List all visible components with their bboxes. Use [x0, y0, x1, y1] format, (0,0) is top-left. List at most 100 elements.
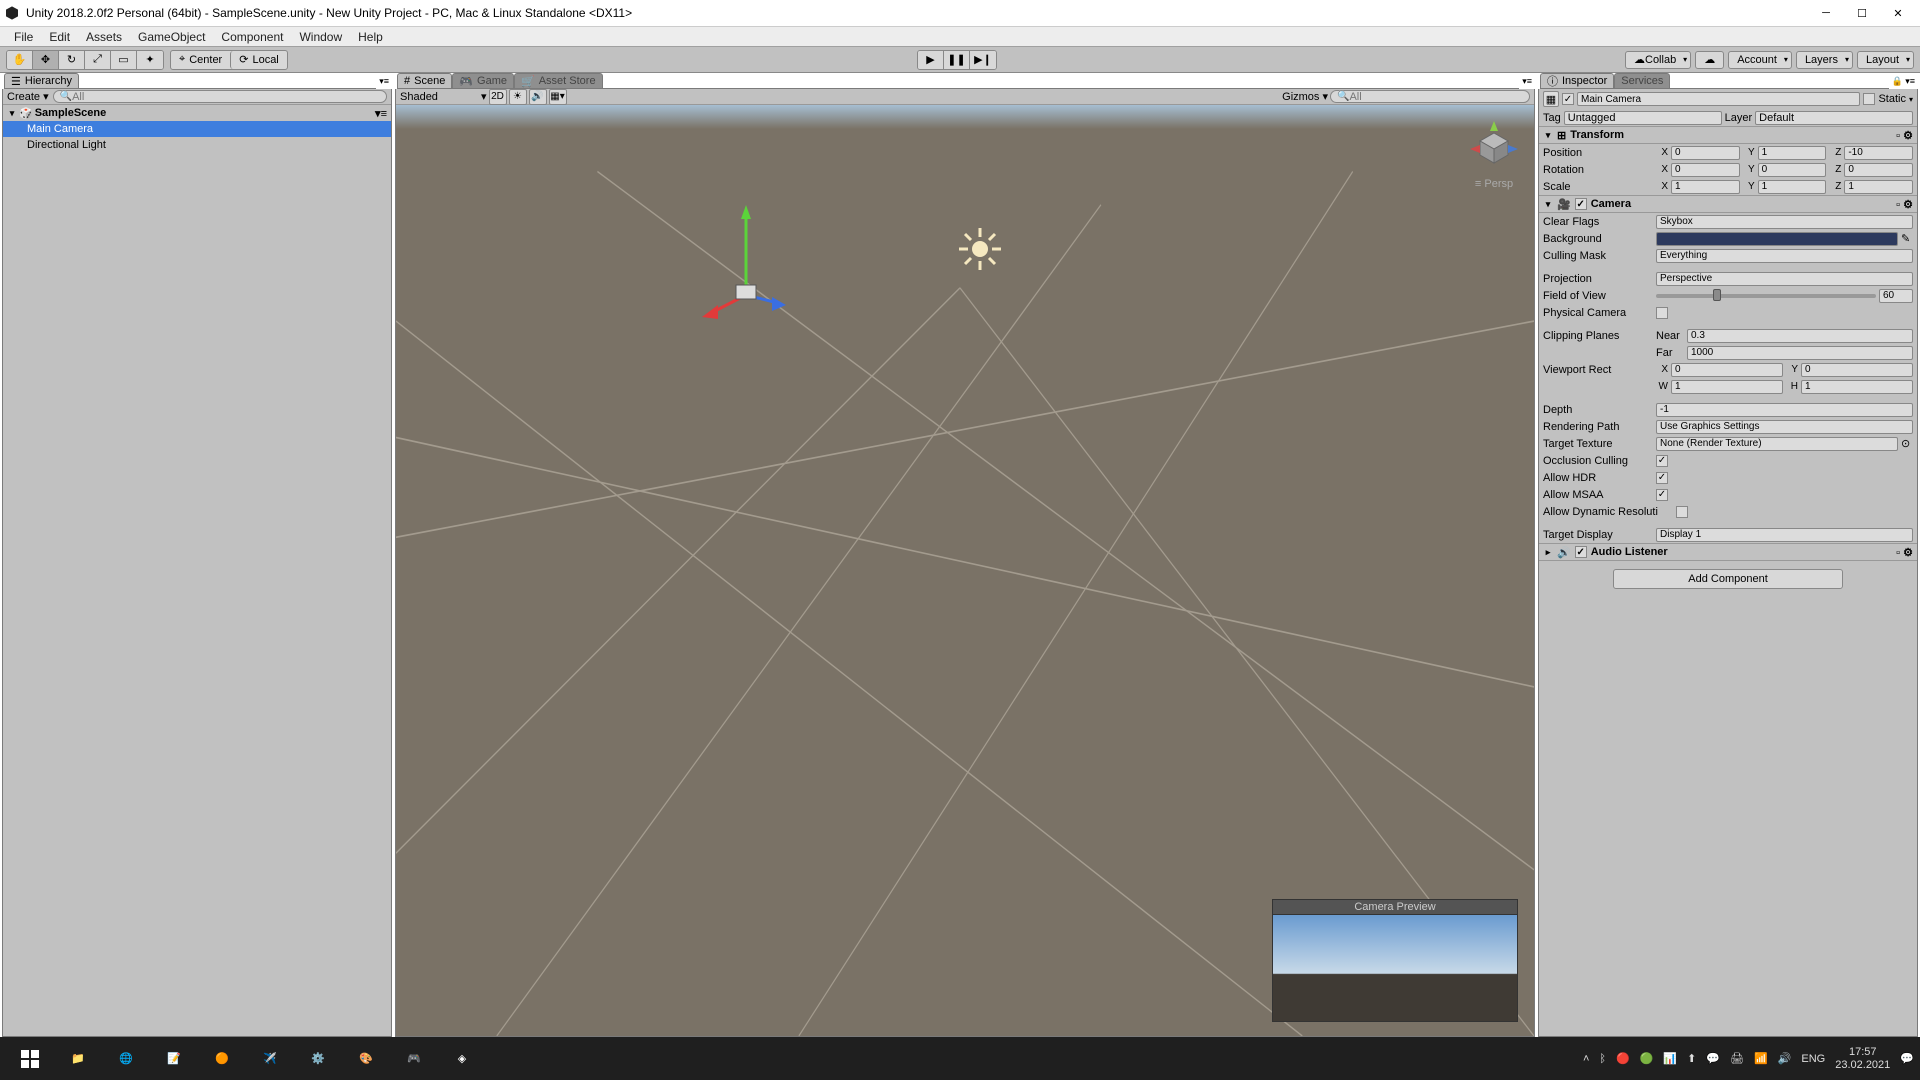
audio-listener-header[interactable]: ▸🔊 Audio Listener▫ ⚙ — [1539, 543, 1917, 561]
hierarchy-item-camera[interactable]: Main Camera — [3, 121, 391, 137]
move-tool[interactable]: ✥ — [33, 51, 59, 69]
static-toggle[interactable] — [1863, 93, 1875, 105]
play-controls: ▶ ❚❚ ▶❙ — [917, 50, 997, 70]
hierarchy-search[interactable]: 🔍All — [53, 90, 387, 103]
msaa-toggle[interactable] — [1656, 489, 1668, 501]
camera-header[interactable]: ▾🎥 Camera▫ ⚙ — [1539, 195, 1917, 213]
collab-dropdown[interactable]: ☁ Collab — [1625, 51, 1691, 69]
menu-file[interactable]: File — [6, 30, 41, 44]
projection-dropdown[interactable]: Perspective — [1656, 272, 1913, 286]
unity-logo-icon — [4, 5, 20, 21]
scene-root[interactable]: ▾🎲 SampleScene▾≡ — [3, 105, 391, 121]
target-texture-field[interactable]: None (Render Texture) — [1656, 437, 1898, 451]
fov-slider[interactable] — [1656, 294, 1876, 298]
scene-panel: # Scene 🎮 Game 🛒 Asset Store ▾≡ Shaded ▾… — [395, 73, 1535, 1037]
occlusion-toggle[interactable] — [1656, 455, 1668, 467]
scene-viewport[interactable]: ≡ Persp Camera Preview — [396, 105, 1534, 1036]
inspector-tab[interactable]: ⓘ Inspector — [1540, 73, 1614, 89]
notes-icon[interactable]: 📝 — [150, 1039, 198, 1079]
transform-header[interactable]: ▾⊞ Transform▫ ⚙ — [1539, 126, 1917, 144]
game-tab[interactable]: 🎮 Game — [452, 73, 514, 89]
rotate-tool[interactable]: ↻ — [59, 51, 85, 69]
rendering-path-dropdown[interactable]: Use Graphics Settings — [1656, 420, 1913, 434]
telegram-icon[interactable]: ✈️ — [246, 1039, 294, 1079]
add-component-button[interactable]: Add Component — [1613, 569, 1843, 589]
clock[interactable]: 17:5723.02.2021 — [1835, 1046, 1890, 1072]
scale-tool[interactable]: ⤢ — [85, 51, 111, 69]
step-button[interactable]: ▶❙ — [970, 51, 996, 69]
background-color[interactable] — [1656, 232, 1898, 246]
epic-icon[interactable]: 🎮 — [390, 1039, 438, 1079]
menu-edit[interactable]: Edit — [41, 30, 78, 44]
tray-icon[interactable]: 🔴 — [1616, 1052, 1630, 1065]
tray-icon[interactable]: 📊 — [1663, 1052, 1677, 1065]
hierarchy-item-light[interactable]: Directional Light — [3, 137, 391, 153]
pause-button[interactable]: ❚❚ — [944, 51, 970, 69]
layers-dropdown[interactable]: Layers — [1796, 51, 1853, 69]
settings-icon[interactable]: ⚙️ — [294, 1039, 342, 1079]
light-icon — [956, 225, 1004, 273]
minimize-button[interactable]: ─ — [1808, 2, 1844, 24]
hand-tool[interactable]: ✋ — [7, 51, 33, 69]
services-tab[interactable]: Services — [1614, 73, 1670, 89]
transform-tools: ✋ ✥ ↻ ⤢ ▭ ✦ — [6, 50, 164, 70]
bluetooth-icon[interactable]: ᛒ — [1599, 1053, 1606, 1065]
audio-toggle[interactable]: 🔊 — [529, 89, 547, 105]
target-display-dropdown[interactable]: Display 1 — [1656, 528, 1913, 542]
dynres-toggle[interactable] — [1676, 506, 1688, 518]
start-button[interactable] — [6, 1039, 54, 1079]
layout-dropdown[interactable]: Layout — [1857, 51, 1914, 69]
pivot-button[interactable]: ⌖ Center — [171, 51, 230, 69]
asset-store-tab[interactable]: 🛒 Asset Store — [514, 73, 603, 89]
account-dropdown[interactable]: Account — [1728, 51, 1792, 69]
gameobject-active-toggle[interactable] — [1562, 93, 1574, 105]
hierarchy-create[interactable]: Create ▾ — [7, 90, 49, 103]
unity-taskbar-icon[interactable]: ◈ — [438, 1039, 486, 1079]
tray-icon[interactable]: 💬 — [1706, 1052, 1720, 1065]
move-gizmo[interactable] — [696, 195, 796, 345]
paint-icon[interactable]: 🎨 — [342, 1039, 390, 1079]
cloud-button[interactable]: ☁ — [1695, 51, 1724, 69]
shading-dropdown[interactable]: Shaded ▾ — [400, 90, 487, 103]
menu-window[interactable]: Window — [291, 30, 350, 44]
hdr-toggle[interactable] — [1656, 472, 1668, 484]
tray-icon[interactable]: ⬆ — [1687, 1052, 1696, 1065]
wifi-icon[interactable]: 📶 — [1754, 1052, 1768, 1065]
language-indicator[interactable]: ENG — [1801, 1053, 1825, 1065]
tag-dropdown[interactable]: Untagged — [1564, 111, 1722, 125]
camera-preview: Camera Preview — [1272, 899, 1518, 1022]
menu-help[interactable]: Help — [350, 30, 391, 44]
physical-camera-toggle[interactable] — [1656, 307, 1668, 319]
fx-toggle[interactable]: ▦▾ — [549, 89, 567, 105]
tray-overflow[interactable]: ˄ — [1583, 1053, 1589, 1065]
gameobject-name-field[interactable]: Main Camera — [1577, 92, 1860, 106]
chrome-icon[interactable]: 🌐 — [102, 1039, 150, 1079]
play-button[interactable]: ▶ — [918, 51, 944, 69]
gizmos-dropdown[interactable]: Gizmos ▾ — [1282, 90, 1328, 103]
tray-icon[interactable]: 🟢 — [1640, 1052, 1654, 1065]
clear-flags-dropdown[interactable]: Skybox — [1656, 215, 1913, 229]
handle-button[interactable]: ⟳ Local — [230, 51, 287, 69]
menu-gameobject[interactable]: GameObject — [130, 30, 213, 44]
scene-search[interactable]: 🔍All — [1330, 90, 1530, 103]
layer-dropdown[interactable]: Default — [1755, 111, 1913, 125]
tray-icon[interactable]: 🖨 — [1730, 1052, 1744, 1065]
culling-dropdown[interactable]: Everything — [1656, 249, 1913, 263]
volume-icon[interactable]: 🔊 — [1778, 1052, 1792, 1065]
maximize-button[interactable]: ☐ — [1844, 2, 1880, 24]
light-toggle[interactable]: ☀ — [509, 89, 527, 105]
close-button[interactable]: ✕ — [1880, 2, 1916, 24]
windows-icon — [21, 1050, 39, 1068]
notifications-icon[interactable]: 💬 — [1900, 1052, 1914, 1065]
multi-tool[interactable]: ✦ — [137, 51, 163, 69]
2d-toggle[interactable]: 2D — [489, 89, 507, 105]
scene-tab[interactable]: # Scene — [397, 73, 452, 89]
windows-taskbar: 📁 🌐 📝 🟠 ✈️ ⚙️ 🎨 🎮 ◈ ˄ ᛒ 🔴 🟢 📊 ⬆ 💬 🖨 📶 🔊 … — [0, 1037, 1920, 1080]
explorer-icon[interactable]: 📁 — [54, 1039, 102, 1079]
blender-icon[interactable]: 🟠 — [198, 1039, 246, 1079]
menu-assets[interactable]: Assets — [78, 30, 130, 44]
hierarchy-tab[interactable]: ☰ Hierarchy — [4, 73, 79, 89]
rect-tool[interactable]: ▭ — [111, 51, 137, 69]
view-cube[interactable]: ≡ Persp — [1464, 115, 1524, 190]
menu-component[interactable]: Component — [213, 30, 291, 44]
